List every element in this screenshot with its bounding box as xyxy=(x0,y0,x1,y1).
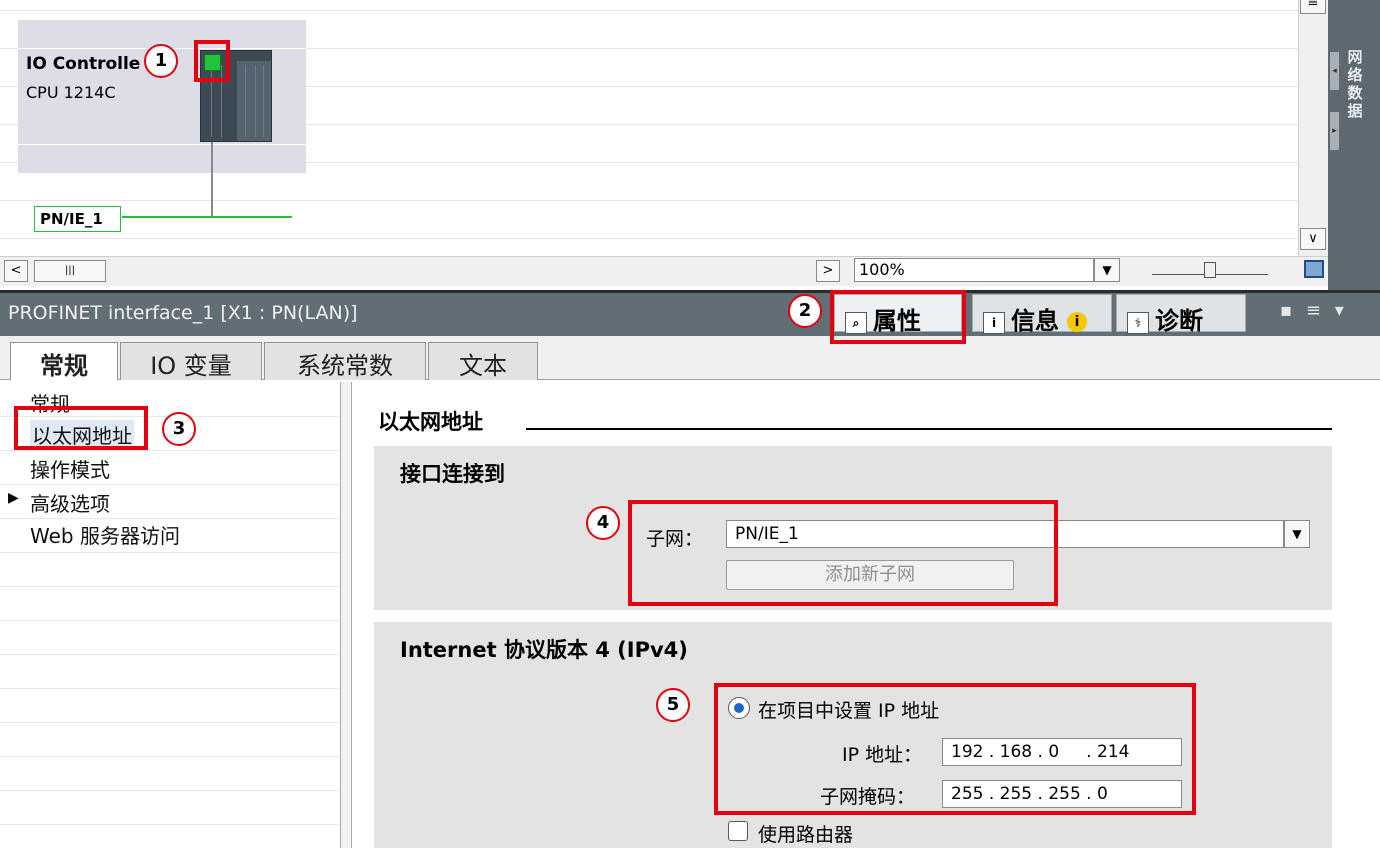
horizontal-scroll-strip: < ||| > xyxy=(0,256,1328,286)
callout-4: 4 xyxy=(586,506,620,540)
io-controller-device[interactable]: IO Controlle CPU 1214C xyxy=(18,20,306,173)
scroll-right-button[interactable]: > xyxy=(816,260,840,282)
scroll-menu-icon[interactable]: ≡ xyxy=(1300,0,1326,14)
network-cable xyxy=(211,142,213,216)
info-list-icon: i xyxy=(983,312,1005,334)
use-router-label: 使用路由器 xyxy=(758,824,854,846)
highlight-properties-tab xyxy=(830,290,966,344)
nav-row-line xyxy=(0,688,340,689)
nav-row-line xyxy=(0,484,340,485)
grid-line xyxy=(0,10,1298,11)
cpu-slot xyxy=(263,65,264,137)
use-router-checkbox[interactable] xyxy=(728,821,748,841)
nav-row-line xyxy=(0,654,340,655)
subnet-dropdown-icon[interactable]: ▼ xyxy=(1284,520,1310,548)
highlight-port xyxy=(194,40,230,82)
side-task-bar[interactable]: ◂ ▸ 网络数据 xyxy=(1328,0,1380,290)
device-name: IO Controlle xyxy=(26,54,141,74)
interface-panel-title: 接口连接到 xyxy=(400,462,505,486)
subtab-texts[interactable]: 文本 xyxy=(428,342,538,380)
section-title: 以太网地址 xyxy=(378,410,483,434)
diagnostics-icon: ⚕ xyxy=(1127,312,1149,334)
nav-item-operating-mode[interactable]: 操作模式 xyxy=(30,454,110,483)
network-data-tab[interactable]: 网络数据 xyxy=(1344,48,1366,120)
collapse-left-icon[interactable]: ◂ xyxy=(1330,52,1339,90)
grid-line xyxy=(0,238,1298,239)
zoom-dropdown-button[interactable]: ▼ xyxy=(1094,258,1120,282)
highlight-ethernet-nav xyxy=(14,406,148,450)
callout-3: 3 xyxy=(162,412,196,446)
ipv4-panel-title: Internet 协议版本 4 (IPv4) xyxy=(400,638,688,662)
nav-row-line xyxy=(0,552,340,553)
cpu-slot xyxy=(245,65,246,137)
zoom-input[interactable]: 100% xyxy=(854,258,1094,282)
device-type: CPU 1214C xyxy=(26,83,116,102)
subtab-system-constants[interactable]: 系统常数 xyxy=(264,342,426,380)
section-rule xyxy=(526,428,1332,430)
network-view-canvas[interactable]: IO Controlle CPU 1214C PN/IE_1 xyxy=(0,0,1298,256)
window-controls-icon[interactable]: ▪ ≡ ▾ xyxy=(1280,300,1348,321)
tab-label: 信息 xyxy=(1011,307,1059,335)
tab-label: 诊断 xyxy=(1155,307,1203,335)
expand-arrow-icon[interactable]: ▶ xyxy=(8,490,19,506)
cpu-slot xyxy=(255,65,256,137)
property-navigation-tree xyxy=(0,380,352,848)
nav-item-advanced-options[interactable]: 高级选项 xyxy=(30,488,110,517)
nav-splitter[interactable] xyxy=(340,382,352,848)
cpu-submodule xyxy=(237,61,271,141)
subtab-io-tags[interactable]: IO 变量 xyxy=(120,342,262,380)
callout-5: 5 xyxy=(656,688,690,722)
highlight-subnet-section xyxy=(628,500,1058,606)
nav-item-web-server-access[interactable]: Web 服务器访问 xyxy=(30,520,180,549)
inspector-title: PROFINET interface_1 [X1 : PN(LAN)] xyxy=(8,302,358,324)
tab-info[interactable]: i 信息 i xyxy=(972,294,1112,335)
scroll-left-button[interactable]: < xyxy=(4,260,28,282)
overview-navigation-icon[interactable] xyxy=(1304,260,1324,278)
nav-row-line xyxy=(0,518,340,519)
subnet-label[interactable]: PN/IE_1 xyxy=(34,206,121,232)
highlight-ip-section xyxy=(714,683,1196,815)
nav-row-line xyxy=(0,790,340,791)
expand-right-icon[interactable]: ▸ xyxy=(1330,112,1339,150)
zoom-slider-thumb[interactable] xyxy=(1204,262,1216,278)
tab-diagnostics[interactable]: ⚕ 诊断 xyxy=(1116,294,1246,335)
subtab-general[interactable]: 常规 xyxy=(10,342,118,382)
callout-1: 1 xyxy=(144,44,178,78)
subnet-line[interactable] xyxy=(122,216,292,218)
nav-row-line xyxy=(0,620,340,621)
vertical-scrollbar[interactable]: ≡ ∨ xyxy=(1298,0,1328,256)
horizontal-scroll-thumb[interactable]: ||| xyxy=(34,260,106,282)
grid-line xyxy=(0,200,1298,201)
callout-2: 2 xyxy=(788,294,822,328)
scroll-down-button[interactable]: ∨ xyxy=(1300,228,1326,250)
info-alert-icon: i xyxy=(1067,312,1087,332)
nav-row-line xyxy=(0,824,340,825)
device-band xyxy=(18,144,306,145)
nav-row-line xyxy=(0,450,340,451)
nav-row-line xyxy=(0,722,340,723)
nav-row-line xyxy=(0,586,340,587)
nav-row-line xyxy=(0,756,340,757)
